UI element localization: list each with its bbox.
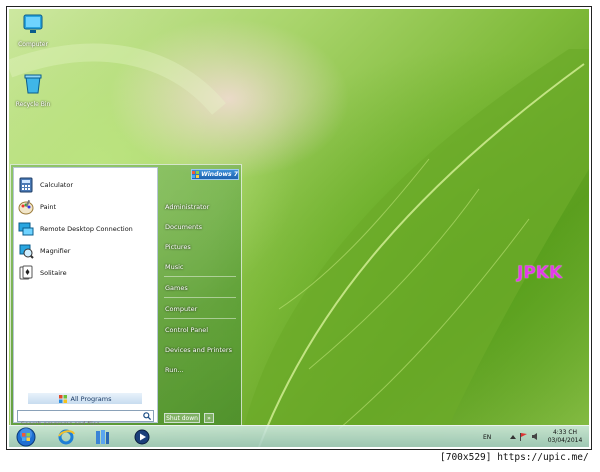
all-programs-label: All Programs	[70, 394, 112, 403]
desktop-icon-recycle-bin[interactable]: Recycle Bin	[11, 73, 55, 108]
program-item-magnifier[interactable]: Magnifier	[18, 241, 154, 261]
program-label: Remote Desktop Connection	[40, 225, 133, 233]
start-button[interactable]	[13, 427, 39, 447]
media-player-icon	[134, 429, 150, 445]
program-label: Magnifier	[40, 247, 71, 255]
desktop: Computer Recycle Bin JPKK Calculator Pai…	[9, 9, 589, 447]
start-link-pictures[interactable]: Pictures	[165, 240, 237, 254]
start-link-documents[interactable]: Documents	[165, 220, 237, 234]
windows-logo-icon	[58, 394, 67, 403]
program-label: Solitaire	[40, 269, 67, 277]
program-label: Calculator	[40, 181, 74, 189]
internet-explorer-icon	[58, 429, 75, 445]
taskbar-libraries[interactable]	[89, 427, 115, 447]
clock-date: 03/04/2014	[547, 437, 583, 444]
screenshot-frame: Computer Recycle Bin JPKK Calculator Pai…	[6, 6, 592, 450]
menu-separator	[164, 318, 236, 319]
image-caption: [700x529] https://upic.me/	[440, 452, 589, 463]
clock-time: 4:33 CH	[552, 429, 578, 436]
paint-icon	[18, 199, 34, 215]
action-center-flag-icon[interactable]	[519, 432, 528, 441]
show-hidden-icons-icon[interactable]	[509, 433, 517, 441]
taskbar-clock[interactable]: 4:33 CH 03/04/2014	[545, 429, 585, 445]
start-link-run[interactable]: Run...	[165, 363, 237, 377]
all-programs-button[interactable]: All Programs	[28, 393, 142, 404]
taskbar-media-player[interactable]	[129, 427, 155, 447]
recycle-bin-icon	[24, 74, 42, 94]
desktop-icon-computer[interactable]: Computer	[11, 13, 55, 48]
watermark-text: JPKK	[517, 263, 563, 283]
solitaire-icon	[19, 265, 33, 280]
volume-icon[interactable]	[531, 432, 540, 441]
menu-separator	[164, 297, 236, 298]
libraries-icon	[96, 430, 109, 444]
shutdown-button[interactable]: Shut down	[164, 413, 200, 423]
windows-logo-icon	[192, 171, 200, 178]
windows-7-badge: Windows 7	[191, 169, 239, 180]
start-menu: Calculator Paint Remote Desktop Connecti…	[10, 164, 242, 430]
desktop-icon-label: Computer	[18, 41, 48, 48]
language-indicator[interactable]: EN	[483, 434, 491, 441]
start-search-box[interactable]	[17, 410, 154, 430]
start-link-music[interactable]: Music	[165, 260, 237, 274]
program-item-paint[interactable]: Paint	[18, 197, 154, 217]
search-icon[interactable]	[143, 412, 151, 420]
remote-desktop-icon	[18, 222, 34, 236]
program-item-remote-desktop[interactable]: Remote Desktop Connection	[18, 219, 154, 239]
computer-icon	[23, 14, 43, 33]
start-orb-icon	[16, 427, 36, 447]
calculator-icon	[19, 177, 33, 193]
start-menu-program-list: Calculator Paint Remote Desktop Connecti…	[13, 167, 158, 430]
start-link-devices-and-printers[interactable]: Devices and Printers	[165, 343, 237, 357]
start-link-control-panel[interactable]: Control Panel	[165, 323, 237, 337]
program-item-calculator[interactable]: Calculator	[18, 175, 154, 195]
shutdown-options-button[interactable]: »	[204, 413, 214, 423]
start-link-administrator[interactable]: Administrator	[165, 200, 237, 214]
program-label: Paint	[40, 203, 57, 211]
desktop-icon-label: Recycle Bin	[15, 101, 51, 108]
taskbar: EN 4:33 CH 03/04/2014	[9, 425, 589, 447]
start-link-computer[interactable]: Computer	[165, 302, 237, 316]
program-item-solitaire[interactable]: Solitaire	[18, 263, 154, 283]
magnifier-icon	[19, 244, 34, 259]
windows-7-label: Windows 7	[201, 171, 238, 178]
start-link-games[interactable]: Games	[165, 281, 237, 295]
menu-separator	[164, 276, 236, 277]
taskbar-internet-explorer[interactable]	[53, 427, 79, 447]
